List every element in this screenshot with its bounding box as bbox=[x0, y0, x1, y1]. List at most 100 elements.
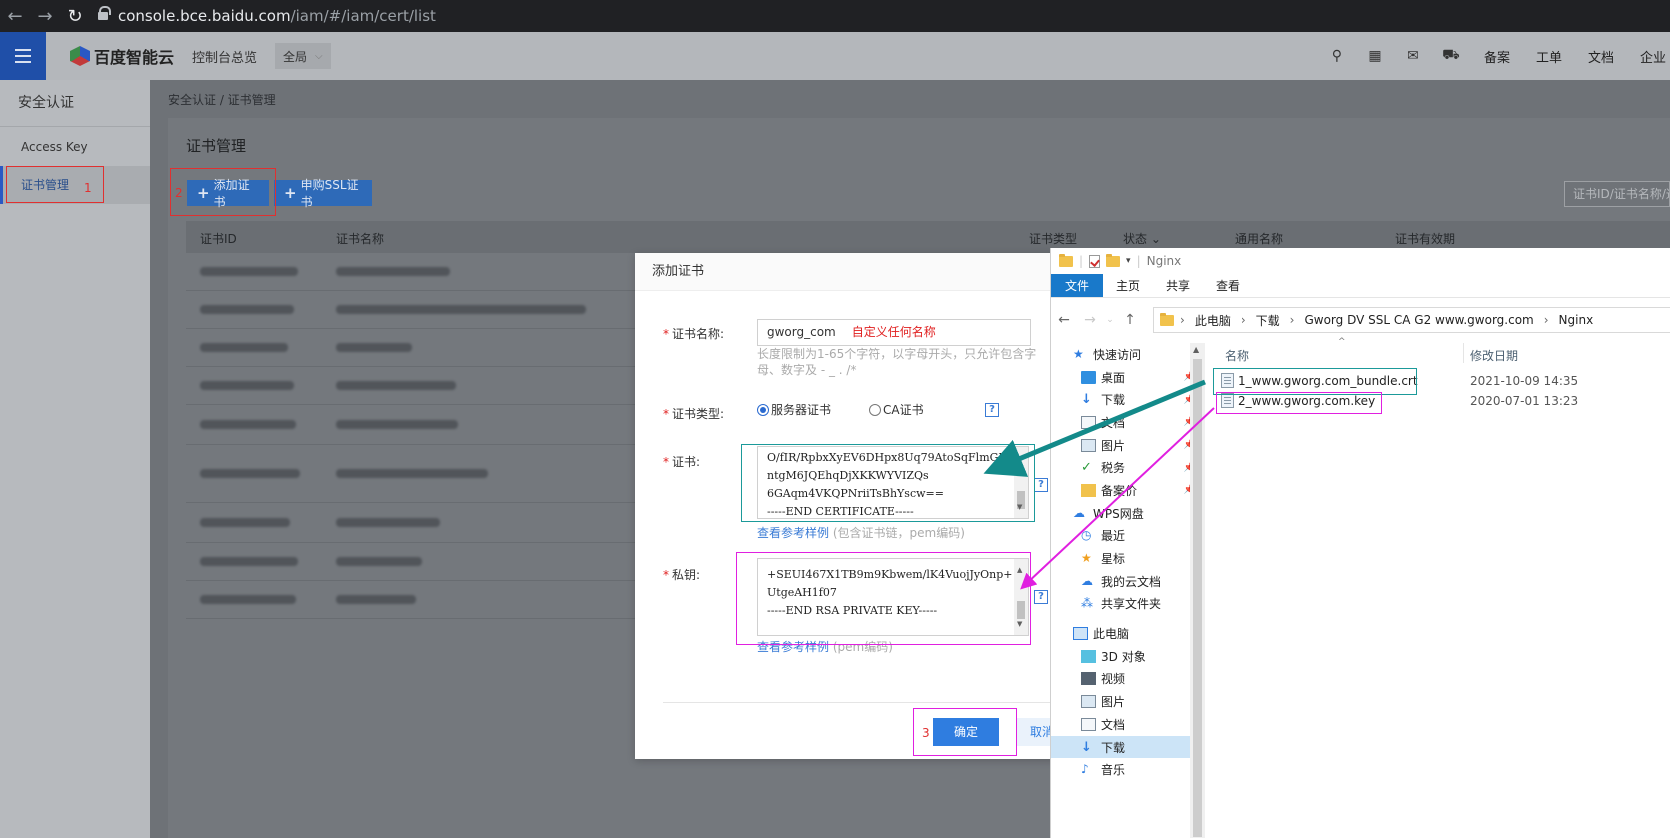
col-cert-name: 证书名称 bbox=[336, 232, 385, 246]
computer-icon bbox=[1073, 627, 1088, 641]
tab-home[interactable]: 主页 bbox=[1103, 274, 1153, 297]
address-bar[interactable]: console.bce.baidu.com/iam/#/iam/cert/lis… bbox=[98, 4, 1670, 28]
search-icon[interactable]: ⚲ bbox=[1318, 48, 1356, 64]
dialog-divider bbox=[663, 702, 1075, 703]
sidebar-title: 安全认证 bbox=[0, 80, 150, 127]
nav-3d-objects[interactable]: 3D 对象 bbox=[1051, 645, 1203, 668]
up-arrow-icon[interactable]: ↑ bbox=[1117, 312, 1143, 328]
help-icon[interactable]: ? bbox=[985, 403, 999, 417]
path-separator: › bbox=[1240, 313, 1246, 327]
nav-pictures-pc[interactable]: 图片 bbox=[1051, 690, 1203, 713]
header-link-ticket[interactable]: 工单 bbox=[1536, 47, 1562, 66]
path-nginx[interactable]: Nginx bbox=[1559, 313, 1594, 327]
nav-this-pc[interactable]: 此电脑 bbox=[1051, 622, 1203, 645]
radio-checked-icon bbox=[757, 403, 769, 416]
quick-access-dropdown-icon[interactable]: ▾ bbox=[1126, 256, 1131, 266]
sidebar-item-access-key[interactable]: Access Key bbox=[0, 128, 150, 166]
col-name-header[interactable]: 名称 bbox=[1225, 347, 1249, 364]
buy-ssl-button[interactable]: + 申购SSL证书 bbox=[274, 178, 372, 209]
col-status-label: 状态 bbox=[1123, 232, 1148, 246]
col-cert-type: 证书类型 bbox=[1029, 232, 1078, 246]
nav-pictures[interactable]: 图片📌 bbox=[1051, 434, 1203, 457]
path-downloads[interactable]: 下载 bbox=[1256, 312, 1280, 329]
cert-sample-link[interactable]: 查看参考样例 (包含证书链，pem编码) bbox=[757, 524, 965, 541]
blurred-cell bbox=[200, 305, 294, 314]
nav-downloads[interactable]: ↓下载📌 bbox=[1051, 388, 1203, 411]
nav-videos[interactable]: 视频 bbox=[1051, 668, 1203, 691]
folder-icon bbox=[1160, 312, 1174, 326]
col-status[interactable]: 状态 ⌄ bbox=[1123, 230, 1161, 247]
help-icon[interactable]: ? bbox=[1034, 478, 1048, 492]
navigation-bar: ← → ⌄ ↑ › 此电脑 › 下载 › Gworg DV SSL CA G2 … bbox=[1051, 306, 1670, 334]
cert-name-value: gworg_com bbox=[767, 325, 836, 339]
tab-file[interactable]: 文件 bbox=[1051, 274, 1104, 297]
nav-tax[interactable]: ✓税务📌 bbox=[1051, 456, 1203, 479]
star-icon: ★ bbox=[1073, 346, 1084, 361]
nav-desktop[interactable]: 桌面📌 bbox=[1051, 366, 1203, 389]
chevron-down-icon: ⌄ bbox=[1150, 232, 1161, 246]
nav-wps-cloud[interactable]: ☁ WPS网盘 bbox=[1051, 502, 1203, 525]
url-path: /iam/#/iam/cert/list bbox=[290, 7, 436, 25]
nav-shared-folder[interactable]: ⁂ 共享文件夹 bbox=[1051, 593, 1203, 616]
nav-filing-price[interactable]: 备案价📌 bbox=[1051, 479, 1203, 502]
annotation-box-2 bbox=[170, 168, 276, 216]
reload-icon[interactable]: ↻ bbox=[60, 6, 90, 27]
radio-server-cert[interactable]: 服务器证书 bbox=[757, 401, 831, 418]
recent-dropdown-icon[interactable]: ⌄ bbox=[1103, 315, 1117, 325]
annotation-box-key-file bbox=[1216, 392, 1382, 414]
grid-icon[interactable]: ▦ bbox=[1356, 48, 1394, 64]
scroll-thumb[interactable] bbox=[1193, 359, 1202, 837]
nav-quick-access[interactable]: ★ 快速访问 bbox=[1051, 343, 1203, 366]
search-input[interactable]: 证书ID/证书名称/通用名称 bbox=[1564, 181, 1670, 207]
blurred-cell bbox=[200, 469, 300, 478]
path-cert-folder[interactable]: Gworg DV SSL CA G2 www.gworg.com bbox=[1304, 313, 1533, 327]
nav-documents[interactable]: 文档📌 bbox=[1051, 411, 1203, 434]
cert-name-label: * 证书名称: bbox=[663, 327, 725, 341]
breadcrumb: 安全认证 / 证书管理 bbox=[168, 93, 276, 107]
console-overview-link[interactable]: 控制台总览 bbox=[192, 47, 257, 66]
col-date-header[interactable]: 修改日期 bbox=[1470, 347, 1518, 364]
annotation-box-crt-file bbox=[1213, 368, 1417, 395]
forward-arrow-icon[interactable]: → bbox=[30, 6, 60, 27]
brand-logo[interactable]: 百度智能云 bbox=[70, 44, 174, 68]
nav-pane-scrollbar[interactable]: ▲ bbox=[1190, 343, 1205, 838]
path-separator: › bbox=[1543, 313, 1549, 327]
column-divider[interactable] bbox=[1463, 343, 1464, 363]
video-icon bbox=[1081, 672, 1096, 686]
file-explorer-window: | ▾ | Nginx 文件 主页 共享 查看 ← → ⌄ ↑ › 此电脑 › … bbox=[1050, 248, 1670, 838]
header-link-enterprise[interactable]: 企业 bbox=[1640, 47, 1666, 66]
cart-icon[interactable]: ⛟ bbox=[1432, 47, 1470, 65]
message-icon[interactable]: ✉ bbox=[1394, 48, 1432, 64]
nav-starred[interactable]: ★ 星标 bbox=[1051, 547, 1203, 570]
blurred-cell bbox=[336, 557, 422, 566]
scroll-up-icon[interactable]: ▲ bbox=[1193, 345, 1199, 354]
new-folder-icon[interactable] bbox=[1106, 253, 1121, 267]
blurred-cell bbox=[200, 381, 294, 390]
explorer-titlebar: | ▾ | Nginx bbox=[1051, 248, 1670, 274]
header-link-docs[interactable]: 文档 bbox=[1588, 47, 1614, 66]
nav-music[interactable]: ♪ 音乐 bbox=[1051, 758, 1203, 781]
path-this-pc[interactable]: 此电脑 bbox=[1195, 312, 1231, 329]
tab-share[interactable]: 共享 bbox=[1153, 274, 1203, 297]
properties-icon[interactable] bbox=[1089, 254, 1101, 268]
cert-name-input[interactable]: gworg_com 自定义任何名称 bbox=[757, 319, 1031, 346]
nav-downloads-pc[interactable]: ↓ 下载 bbox=[1051, 735, 1203, 759]
blurred-cell bbox=[200, 420, 296, 429]
nav-my-cloud-docs[interactable]: ☁ 我的云文档 bbox=[1051, 570, 1203, 593]
region-value: 全局 bbox=[283, 49, 308, 64]
nav-recent[interactable]: ◷ 最近 bbox=[1051, 525, 1203, 548]
back-arrow-icon[interactable]: ← bbox=[0, 6, 30, 27]
forward-arrow-icon[interactable]: → bbox=[1077, 312, 1103, 328]
radio-ca-cert[interactable]: CA证书 bbox=[869, 401, 924, 418]
region-select[interactable]: 全局 ⌵ bbox=[275, 43, 332, 69]
back-arrow-icon[interactable]: ← bbox=[1051, 312, 1077, 328]
menu-icon[interactable] bbox=[0, 32, 46, 80]
header-link-filing[interactable]: 备案 bbox=[1484, 47, 1510, 66]
tab-view[interactable]: 查看 bbox=[1203, 274, 1253, 297]
cube-icon bbox=[1081, 649, 1096, 663]
address-path[interactable]: › 此电脑 › 下载 › Gworg DV SSL CA G2 www.gwor… bbox=[1153, 307, 1670, 333]
desktop-icon bbox=[1081, 370, 1096, 384]
nav-documents-pc[interactable]: 文档 bbox=[1051, 713, 1203, 736]
app-header: 百度智能云 控制台总览 全局 ⌵ ⚲ ▦ ✉ ⛟ 备案 工单 文档 企业 bbox=[0, 32, 1670, 80]
help-icon[interactable]: ? bbox=[1034, 590, 1048, 604]
